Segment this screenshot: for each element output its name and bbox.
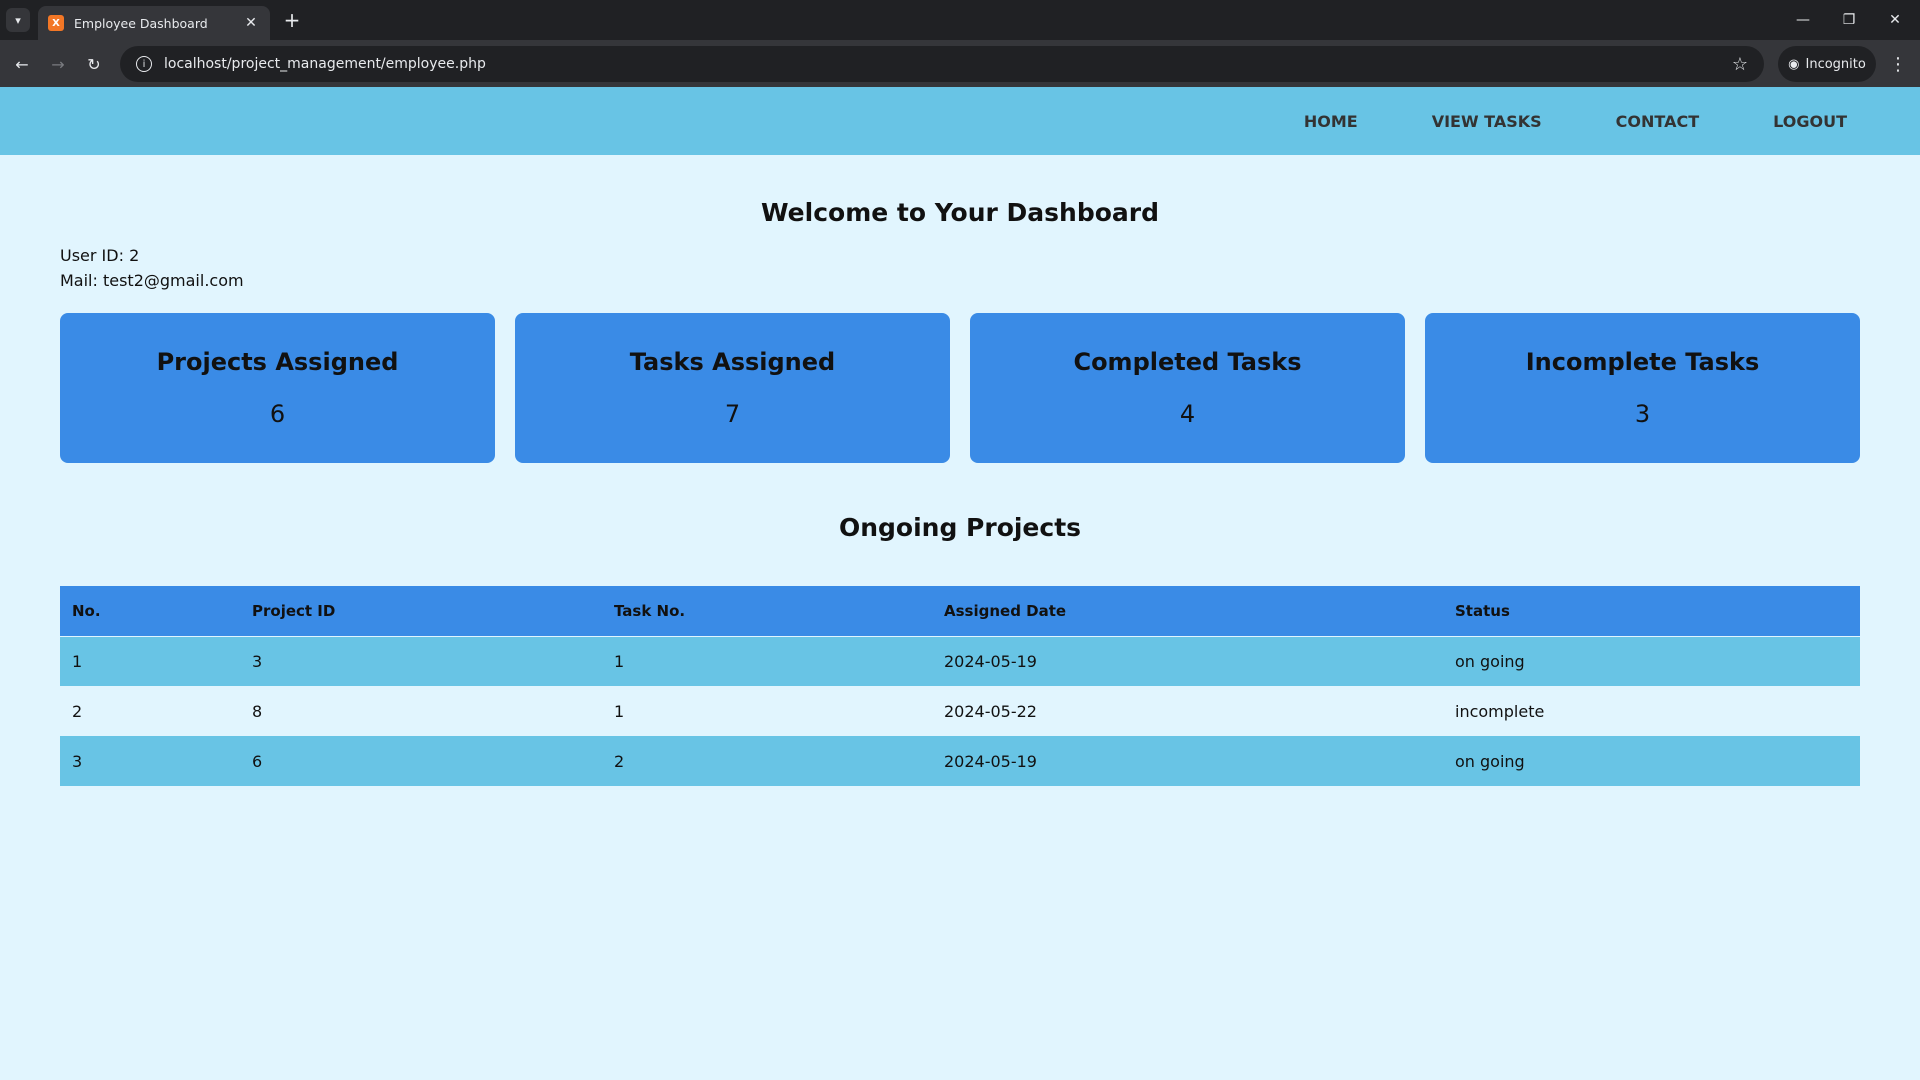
- column-header-status: Status: [1443, 586, 1860, 637]
- cell-status: on going: [1443, 636, 1860, 686]
- incognito-icon: ◉: [1788, 56, 1800, 72]
- nav-logout-link[interactable]: LOGOUT: [1773, 112, 1847, 131]
- back-icon[interactable]: ←: [8, 50, 36, 78]
- page-title: Welcome to Your Dashboard: [760, 198, 1160, 227]
- table-header-row: No. Project ID Task No. Assigned Date St…: [60, 586, 1860, 637]
- card-value: 6: [269, 400, 286, 428]
- tab-search-icon[interactable]: ▾: [6, 8, 30, 32]
- card-value: 7: [724, 400, 741, 428]
- incognito-badge[interactable]: ◉ Incognito: [1778, 46, 1876, 82]
- cell-project-id: 8: [240, 686, 602, 736]
- card-title: Completed Tasks: [1073, 348, 1302, 376]
- browser-tab[interactable]: X Employee Dashboard ✕: [38, 6, 270, 40]
- reload-icon[interactable]: ↻: [80, 50, 108, 78]
- column-header-project-id: Project ID: [240, 586, 602, 637]
- cell-assigned-date: 2024-05-19: [932, 636, 1443, 686]
- column-header-assigned-date: Assigned Date: [932, 586, 1443, 637]
- cell-project-id: 3: [240, 636, 602, 686]
- bookmark-star-icon[interactable]: ☆: [1732, 54, 1748, 75]
- ongoing-projects-table: No. Project ID Task No. Assigned Date St…: [60, 586, 1860, 786]
- top-navbar: HOME VIEW TASKS CONTACT LOGOUT: [0, 87, 1920, 155]
- card-tasks-assigned: Tasks Assigned 7: [515, 313, 950, 463]
- column-header-task-no: Task No.: [602, 586, 932, 637]
- cell-project-id: 6: [240, 736, 602, 786]
- restore-icon[interactable]: ❐: [1826, 6, 1872, 34]
- card-value: 3: [1634, 400, 1651, 428]
- table-row: 3 6 2 2024-05-19 on going: [60, 736, 1860, 786]
- nav-home-link[interactable]: HOME: [1304, 112, 1358, 131]
- cell-task-no: 2: [602, 736, 932, 786]
- user-info: User ID: 2 Mail: test2@gmail.com: [60, 243, 1920, 293]
- cell-assigned-date: 2024-05-22: [932, 686, 1443, 736]
- nav-view-tasks-link[interactable]: VIEW TASKS: [1432, 112, 1542, 131]
- card-value: 4: [1179, 400, 1196, 428]
- table-row: 2 8 1 2024-05-22 incomplete: [60, 686, 1860, 736]
- xampp-favicon-icon: X: [48, 15, 64, 31]
- forward-icon[interactable]: →: [44, 50, 72, 78]
- browser-toolbar: ← → ↻ i localhost/project_management/emp…: [0, 40, 1920, 87]
- card-incomplete-tasks: Incomplete Tasks 3: [1425, 313, 1860, 463]
- browser-menu-icon[interactable]: ⋮: [1884, 50, 1912, 78]
- tab-title: Employee Dashboard: [74, 15, 208, 31]
- card-projects-assigned: Projects Assigned 6: [60, 313, 495, 463]
- address-bar[interactable]: i localhost/project_management/employee.…: [120, 46, 1764, 82]
- window-close-icon[interactable]: ✕: [1872, 6, 1918, 34]
- close-tab-icon[interactable]: ✕: [242, 15, 260, 31]
- cell-no: 2: [60, 686, 240, 736]
- user-id-text: User ID: 2: [60, 246, 140, 265]
- nav-contact-link[interactable]: CONTACT: [1616, 112, 1699, 131]
- cell-no: 1: [60, 636, 240, 686]
- table-row: 1 3 1 2024-05-19 on going: [60, 636, 1860, 686]
- url-text[interactable]: localhost/project_management/employee.ph…: [164, 56, 1732, 72]
- browser-titlebar: ▾ X Employee Dashboard ✕ + — ❐ ✕: [0, 0, 1920, 40]
- new-tab-icon[interactable]: +: [280, 8, 304, 32]
- card-completed-tasks: Completed Tasks 4: [970, 313, 1405, 463]
- cell-status: incomplete: [1443, 686, 1860, 736]
- site-info-icon[interactable]: i: [136, 56, 152, 72]
- card-title: Incomplete Tasks: [1525, 348, 1760, 376]
- user-mail-text: Mail: test2@gmail.com: [60, 271, 244, 290]
- cell-no: 3: [60, 736, 240, 786]
- page-content: HOME VIEW TASKS CONTACT LOGOUT Welcome t…: [0, 87, 1920, 1080]
- card-title: Tasks Assigned: [629, 348, 836, 376]
- card-title: Projects Assigned: [156, 348, 399, 376]
- column-header-no: No.: [60, 586, 240, 637]
- minimize-icon[interactable]: —: [1780, 6, 1826, 34]
- ongoing-projects-title: Ongoing Projects: [838, 513, 1082, 542]
- cell-assigned-date: 2024-05-19: [932, 736, 1443, 786]
- stats-cards: Projects Assigned 6 Tasks Assigned 7 Com…: [60, 313, 1860, 463]
- cell-status: on going: [1443, 736, 1860, 786]
- incognito-label: Incognito: [1805, 56, 1866, 72]
- cell-task-no: 1: [602, 686, 932, 736]
- cell-task-no: 1: [602, 636, 932, 686]
